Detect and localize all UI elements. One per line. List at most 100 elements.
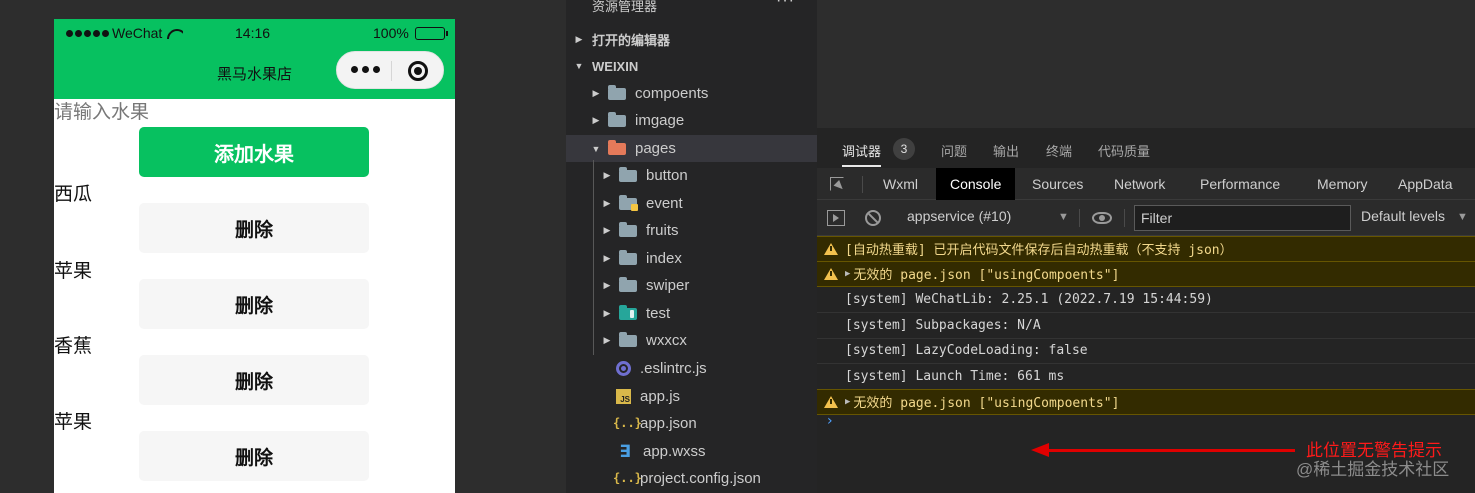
tree-item-fruits[interactable]: ▶ fruits: [566, 217, 817, 244]
chevron-right-icon: ▶: [603, 170, 611, 180]
annotation-arrow: [1045, 449, 1295, 452]
tree-item-compoents[interactable]: ▶ compoents: [566, 80, 817, 107]
js-icon: JS: [616, 389, 631, 404]
capsule-divider: [391, 61, 392, 81]
tree-item-label: app.js: [640, 388, 681, 405]
add-fruit-button[interactable]: 添加水果: [139, 127, 369, 177]
more-icon[interactable]: [351, 66, 380, 73]
delete-button[interactable]: 删除: [139, 431, 369, 481]
chevron-down-icon: ▼: [574, 61, 584, 71]
eye-icon[interactable]: [1092, 212, 1112, 224]
expand-icon[interactable]: ▶: [845, 397, 850, 407]
log-level-slot: [817, 242, 845, 255]
tree-item-pages[interactable]: ▼ pages: [566, 135, 817, 162]
status-bar: WeChat 14:16 100%: [54, 19, 455, 47]
tab-sources[interactable]: Sources: [1032, 168, 1083, 200]
tab-memory[interactable]: Memory: [1317, 168, 1368, 200]
tab-console[interactable]: Console: [936, 168, 1016, 200]
chevron-down-icon: ▼: [591, 143, 601, 154]
signal-icon: [66, 29, 109, 37]
log-message: 无效的 page.json ["usingCompoents"]: [853, 396, 1120, 412]
tree-item-app-js[interactable]: JS app.js: [566, 383, 817, 410]
tree-item-button[interactable]: ▶ button: [566, 162, 817, 189]
tree-item-test[interactable]: ▶ test: [566, 300, 817, 327]
tree-item-label: fruits: [646, 222, 679, 239]
capsule-menu[interactable]: [336, 51, 444, 89]
tab-problems[interactable]: 问题: [941, 141, 967, 160]
console-warning[interactable]: ▶ 无效的 page.json ["usingCompoents"]: [817, 261, 1475, 287]
console-warning[interactable]: ▶ 无效的 page.json ["usingCompoents"]: [817, 389, 1475, 415]
wifi-icon: [167, 27, 183, 39]
context-select[interactable]: appservice (#10): [907, 208, 1011, 224]
console-prompt[interactable]: ›: [827, 413, 833, 429]
tree-item-label: pages: [635, 140, 676, 157]
tree-item-eslintrc-js[interactable]: .eslintrc.js: [566, 355, 817, 382]
folder-icon: [619, 276, 637, 292]
console-log: [system] Subpackages: N/A: [817, 313, 1475, 339]
battery-icon: [414, 26, 448, 40]
status-time: 14:16: [235, 25, 271, 41]
eslint-icon: [616, 361, 631, 376]
watermark: @稀土掘金技术社区: [1296, 460, 1450, 479]
log-message: [自动热重载] 已开启代码文件保存后自动热重载（不支持 json）: [845, 243, 1233, 259]
chevron-right-icon: ▶: [603, 280, 611, 290]
tab-debugger[interactable]: 调试器: [842, 141, 882, 167]
tab-terminal[interactable]: 终端: [1046, 141, 1072, 160]
tree-item-wxxcx[interactable]: ▶ wxxcx: [566, 327, 817, 354]
section-workspace[interactable]: ▼ WEIXIN: [566, 53, 817, 79]
fruit-name: 苹果: [54, 261, 93, 282]
tree-item-swiper[interactable]: ▶ swiper: [566, 272, 817, 299]
divider: [862, 176, 863, 193]
tree-item-event[interactable]: ▶ event: [566, 190, 817, 217]
tab-appdata[interactable]: AppData: [1398, 168, 1452, 200]
tab-code-quality[interactable]: 代码质量: [1098, 141, 1150, 160]
delete-button[interactable]: 删除: [139, 203, 369, 253]
fruit-input[interactable]: [54, 102, 254, 124]
expand-icon[interactable]: ▶: [845, 269, 850, 279]
more-actions-icon[interactable]: ···: [776, 0, 795, 10]
close-miniprogram-icon[interactable]: [408, 61, 428, 81]
folder-icon: [619, 221, 637, 237]
folder-icon: [608, 111, 626, 127]
delete-button[interactable]: 删除: [139, 279, 369, 329]
json-icon: {..}: [613, 415, 642, 430]
section-open-editors[interactable]: ▶ 打开的编辑器: [566, 26, 817, 52]
chevron-down-icon[interactable]: ▼: [1457, 211, 1468, 223]
battery-percent: 100%: [373, 25, 409, 41]
delete-button[interactable]: 删除: [139, 355, 369, 405]
debugger-badge: 3: [893, 138, 915, 160]
tree-item-imgage[interactable]: ▶ imgage: [566, 107, 817, 134]
tree-item-label: button: [646, 167, 688, 184]
chevron-right-icon: ▶: [592, 88, 600, 98]
inspect-icon[interactable]: [830, 177, 844, 191]
tree-item-app-wxss[interactable]: ∃ app.wxss: [566, 438, 817, 465]
fruit-name: 西瓜: [54, 184, 93, 205]
log-message: [system] Subpackages: N/A: [845, 317, 1041, 333]
explorer-title: 资源管理器: [592, 0, 658, 14]
section-label: 打开的编辑器: [592, 32, 671, 48]
log-levels-select[interactable]: Default levels: [1361, 208, 1445, 224]
tab-network[interactable]: Network: [1114, 168, 1165, 200]
clear-console-icon[interactable]: [865, 210, 881, 226]
tab-output[interactable]: 输出: [993, 141, 1019, 160]
divider: [1079, 209, 1080, 227]
warning-icon: [824, 395, 838, 408]
tree-item-project-config-json[interactable]: {..} project.config.json: [566, 465, 817, 492]
tab-wxml[interactable]: Wxml: [883, 168, 918, 200]
tab-performance[interactable]: Performance: [1200, 168, 1280, 200]
tree-item-label: event: [646, 195, 683, 212]
log-message: [system] LazyCodeLoading: false: [845, 342, 1088, 358]
folder-icon: [619, 249, 637, 265]
battery: 100%: [373, 25, 448, 41]
warning-icon: [824, 267, 838, 280]
console-log: [system] LazyCodeLoading: false: [817, 338, 1475, 364]
tree-item-index[interactable]: ▶ index: [566, 245, 817, 272]
tree-indent-guide: [593, 160, 594, 355]
log-level-slot: [817, 395, 845, 408]
json-icon: {..}: [613, 470, 642, 485]
tree-item-app-json[interactable]: {..} app.json: [566, 410, 817, 437]
chevron-down-icon[interactable]: ▼: [1058, 211, 1069, 223]
filter-input[interactable]: [1134, 205, 1351, 231]
sidebar-toggle-icon[interactable]: [827, 210, 845, 226]
divider: [1124, 209, 1125, 227]
